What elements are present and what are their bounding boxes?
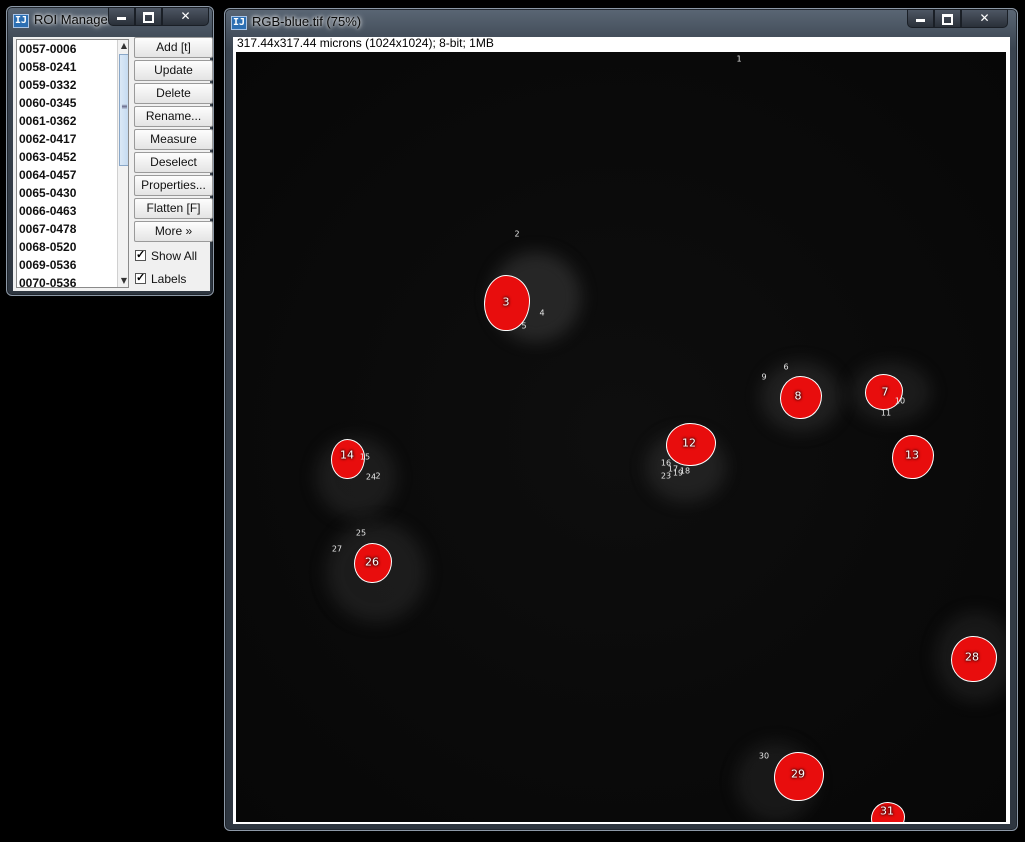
roi-label: 27: [331, 544, 343, 554]
roi-label: 28: [965, 650, 979, 664]
roi-label: 2: [375, 471, 381, 481]
imagej-icon: IJ: [13, 14, 29, 28]
roi-list[interactable]: 0057-0006 0058-0241 0059-0332 0060-0345 …: [16, 39, 129, 288]
scrollbar-thumb[interactable]: ≡: [119, 54, 128, 166]
list-item[interactable]: 0065-0430: [17, 184, 128, 202]
minimize-icon: [916, 19, 925, 22]
window-controls: ✕: [108, 7, 209, 27]
properties-button[interactable]: Properties...: [134, 175, 213, 196]
roi-label: 4: [539, 308, 545, 318]
labels-label: Labels: [151, 271, 187, 286]
close-icon: ✕: [979, 11, 990, 25]
imagej-icon: IJ: [231, 16, 247, 30]
rename-button[interactable]: Rename...: [134, 106, 213, 127]
roi-label: 29: [791, 767, 805, 781]
show-all-checkbox[interactable]: Show All: [134, 244, 214, 267]
roi-manager-titlebar[interactable]: IJ ROI Manager ✕: [7, 7, 213, 35]
delete-button[interactable]: Delete: [134, 83, 213, 104]
roi-label: 6: [783, 362, 789, 372]
measure-button[interactable]: Measure: [134, 129, 213, 150]
show-all-check-icon[interactable]: [135, 248, 146, 261]
roi-label: 5: [521, 321, 527, 331]
list-item[interactable]: 0061-0362: [17, 112, 128, 130]
roi-label: 15: [359, 452, 371, 462]
roi-list-scrollbar[interactable]: ▲ ≡ ▼: [117, 40, 128, 287]
show-all-label: Show All: [151, 248, 198, 263]
roi-label: 23: [660, 471, 672, 481]
list-item[interactable]: 0059-0332: [17, 76, 128, 94]
roi-label: 7: [881, 385, 889, 399]
update-button[interactable]: Update: [134, 60, 213, 81]
roi-label: 13: [905, 448, 919, 462]
deselect-button[interactable]: Deselect: [134, 152, 213, 173]
roi-manager-window: IJ ROI Manager ✕ 0057-0006 0058-0241 005…: [6, 6, 214, 296]
roi-label: 2: [514, 229, 520, 239]
roi-button-column: Add [t] Update Delete Rename... Measure …: [134, 37, 214, 290]
list-item[interactable]: 0069-0536: [17, 256, 128, 274]
list-item[interactable]: 0068-0520: [17, 238, 128, 256]
list-item[interactable]: 0067-0478: [17, 220, 128, 238]
image-canvas[interactable]: 1 2 3 4 5 6 9 8 7 10 11 12 13 14 15 16 1…: [236, 52, 1006, 822]
maximize-icon: [942, 14, 953, 25]
add-button[interactable]: Add [t]: [134, 37, 213, 58]
roi-label: 26: [365, 555, 379, 569]
grip-icon: ≡: [121, 102, 128, 111]
labels-checkbox[interactable]: Labels: [134, 267, 214, 290]
maximize-icon: [143, 12, 154, 23]
roi-label: 12: [682, 436, 696, 450]
roi-label: 30: [758, 751, 770, 761]
maximize-button[interactable]: [934, 9, 961, 28]
list-item[interactable]: 0060-0345: [17, 94, 128, 112]
minimize-icon: [117, 17, 126, 20]
scroll-down-icon[interactable]: ▼: [118, 275, 128, 287]
list-item[interactable]: 0066-0463: [17, 202, 128, 220]
image-window-title: RGB-blue.tif (75%): [252, 14, 362, 29]
minimize-button[interactable]: [108, 7, 135, 26]
roi-manager-title: ROI Manager: [34, 12, 113, 27]
roi-label: 31: [880, 804, 894, 818]
image-info-bar: 317.44x317.44 microns (1024x1024); 8-bit…: [233, 37, 1010, 51]
image-window-titlebar[interactable]: IJ RGB-blue.tif (75%) ✕: [225, 9, 1017, 37]
list-item[interactable]: 0057-0006: [17, 40, 128, 58]
roi-label: 1: [736, 54, 742, 64]
list-item[interactable]: 0070-0536: [17, 274, 128, 287]
roi-manager-body: 0057-0006 0058-0241 0059-0332 0060-0345 …: [13, 37, 213, 291]
window-controls: ✕: [907, 9, 1008, 29]
roi-label: 8: [794, 389, 802, 403]
more-button[interactable]: More »: [134, 221, 213, 242]
list-item[interactable]: 0058-0241: [17, 58, 128, 76]
roi-label: 9: [761, 372, 767, 382]
close-button[interactable]: ✕: [961, 9, 1008, 28]
list-item[interactable]: 0064-0457: [17, 166, 128, 184]
image-window: IJ RGB-blue.tif (75%) ✕ 317.44x317.44 mi…: [224, 8, 1018, 831]
image-canvas-frame: 1 2 3 4 5 6 9 8 7 10 11 12 13 14 15 16 1…: [233, 51, 1010, 824]
roi-label: 11: [880, 408, 892, 418]
close-button[interactable]: ✕: [162, 7, 209, 26]
close-icon: ✕: [180, 9, 191, 23]
list-item[interactable]: 0063-0452: [17, 148, 128, 166]
roi-label: 14: [340, 448, 354, 462]
roi-label: 3: [502, 295, 510, 309]
roi-label: 10: [894, 396, 906, 406]
scroll-up-icon[interactable]: ▲: [118, 40, 128, 52]
roi-label: 25: [355, 528, 367, 538]
list-item[interactable]: 0062-0417: [17, 130, 128, 148]
maximize-button[interactable]: [135, 7, 162, 26]
roi-label: 19: [672, 468, 684, 478]
minimize-button[interactable]: [907, 9, 934, 28]
flatten-button[interactable]: Flatten [F]: [134, 198, 213, 219]
labels-check-icon[interactable]: [135, 271, 146, 284]
